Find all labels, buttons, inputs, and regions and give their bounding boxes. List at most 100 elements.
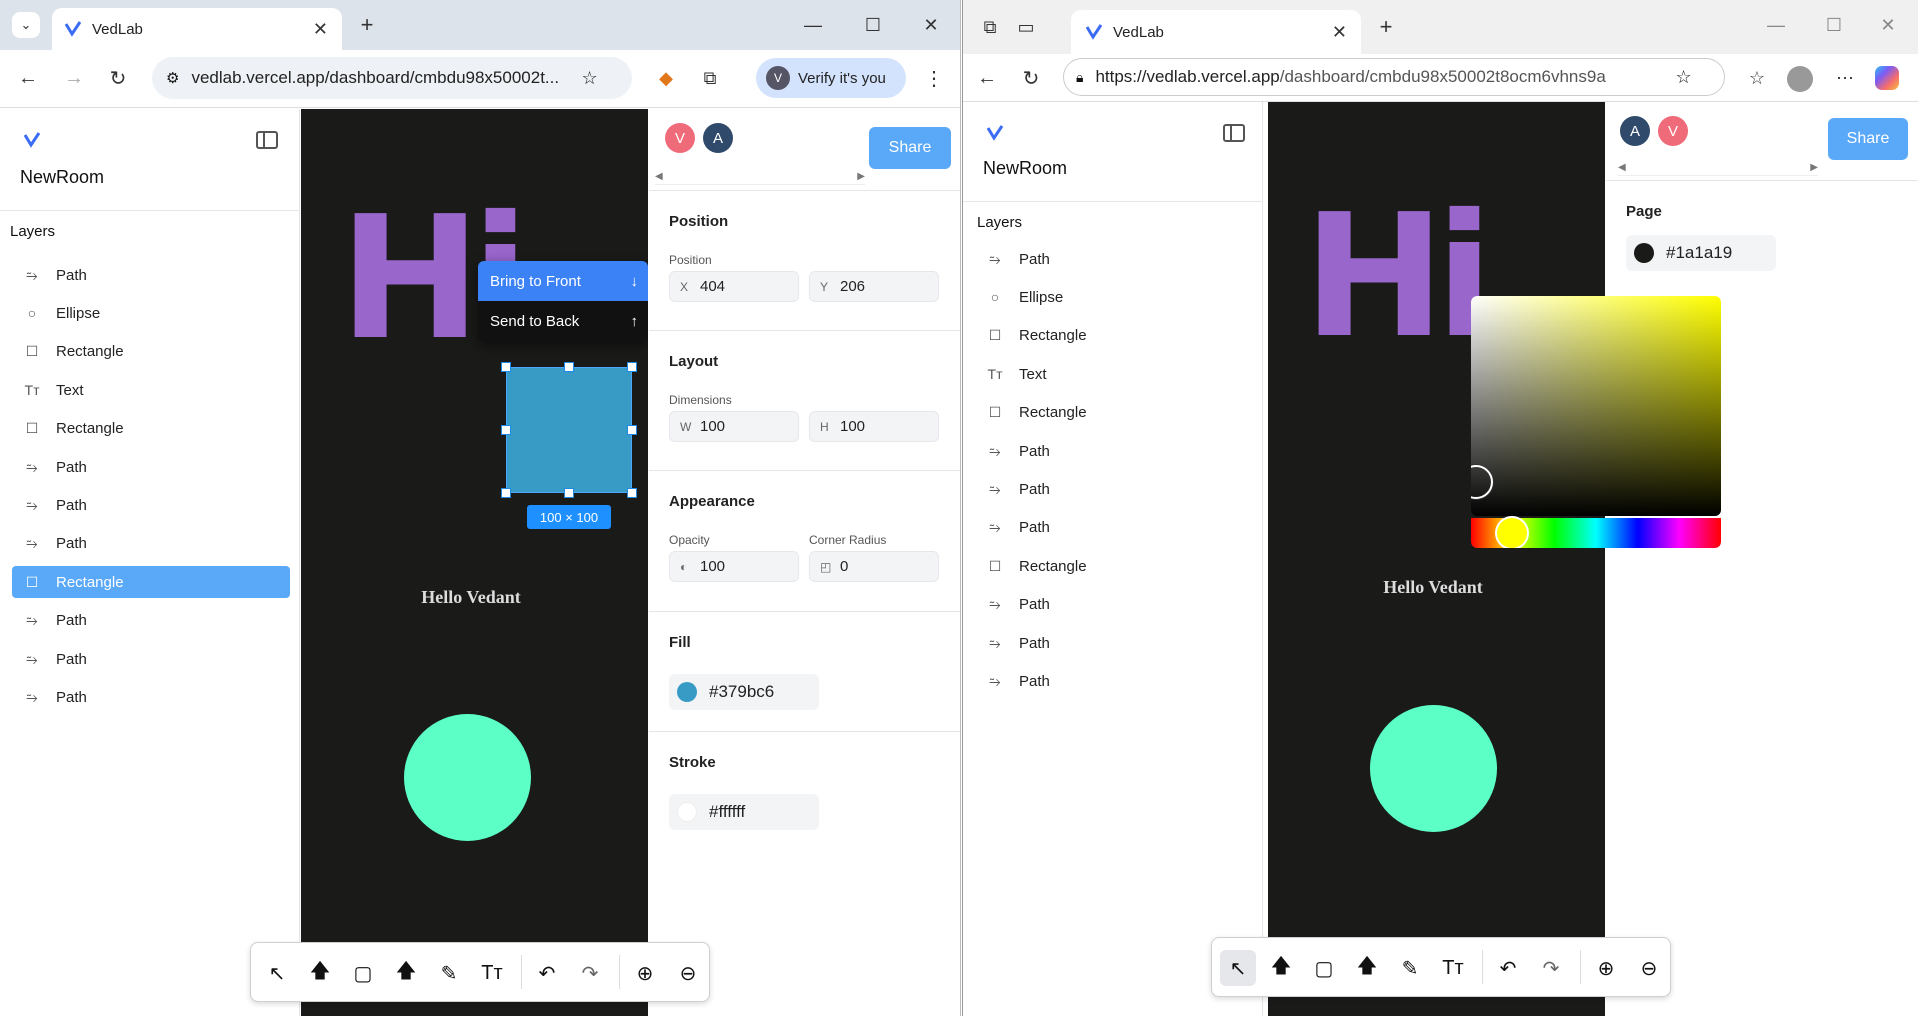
- bookmark-star-icon[interactable]: ☆: [581, 68, 597, 89]
- site-info-icon[interactable]: ⚙: [166, 69, 179, 87]
- layer-item[interactable]: ⥲ Path: [12, 451, 290, 483]
- avatar-scrollbar[interactable]: ◀ ▶: [655, 171, 865, 185]
- layer-item[interactable]: ☐ Rectangle: [975, 397, 1253, 429]
- metamask-icon[interactable]: ◆: [652, 64, 680, 92]
- layer-item[interactable]: ⥲ Path: [12, 489, 290, 521]
- resize-handle-s[interactable]: [564, 488, 574, 498]
- zoom-in-icon[interactable]: ⊕: [627, 955, 663, 991]
- width-field[interactable]: W 100: [669, 411, 799, 442]
- canvas-ellipse[interactable]: [1370, 705, 1497, 832]
- resize-handle-sw[interactable]: [501, 488, 511, 498]
- bring-to-front-item[interactable]: Bring to Front ↓: [478, 261, 648, 301]
- rectangle-tool-icon[interactable]: ▢: [1306, 950, 1342, 986]
- maximize-icon[interactable]: ☐: [1821, 12, 1847, 38]
- toggle-sidebar-icon[interactable]: [1223, 124, 1245, 142]
- layer-item[interactable]: ⥲ Path: [12, 528, 290, 560]
- canvas-ellipse[interactable]: [404, 714, 531, 841]
- workspaces-icon[interactable]: ⧉: [977, 14, 1003, 40]
- reload-icon[interactable]: ↻: [1017, 64, 1045, 92]
- back-icon[interactable]: ←: [14, 64, 42, 92]
- stroke-color-field[interactable]: #ffffff: [669, 794, 819, 830]
- select-tool-icon[interactable]: ↖: [259, 955, 295, 991]
- text-tool-icon[interactable]: Tт: [474, 955, 510, 991]
- page-color-field[interactable]: #1a1a19: [1626, 235, 1776, 271]
- resize-handle-w[interactable]: [501, 425, 511, 435]
- send-to-back-item[interactable]: Send to Back ↑: [478, 301, 648, 341]
- zoom-out-icon[interactable]: ⊖: [670, 955, 706, 991]
- forward-icon[interactable]: →: [60, 64, 88, 92]
- vertical-tabs-icon[interactable]: ▭: [1013, 14, 1039, 40]
- rectangle-tool-icon[interactable]: ▢: [345, 955, 381, 991]
- layer-item[interactable]: ⥲ Path: [975, 473, 1253, 505]
- x-field[interactable]: X 404: [669, 271, 799, 302]
- layer-item[interactable]: ⥲ Path: [975, 435, 1253, 467]
- copilot-icon[interactable]: [1875, 66, 1899, 90]
- address-bar[interactable]: 🔒︎ https://vedlab.vercel.app/dashboard/c…: [1063, 58, 1725, 96]
- close-tab-icon[interactable]: ✕: [313, 19, 328, 40]
- layer-item[interactable]: ☐ Rectangle: [975, 320, 1253, 352]
- minimize-icon[interactable]: —: [800, 12, 826, 38]
- y-field[interactable]: Y 206: [809, 271, 939, 302]
- extensions-icon[interactable]: ⧉: [696, 64, 724, 92]
- opacity-field[interactable]: ◐ 100: [669, 551, 799, 582]
- layer-item[interactable]: ⥲ Path: [975, 627, 1253, 659]
- drawing-canvas[interactable]: Hi Hello Vedant 100 × 100 Bring to Front…: [301, 109, 648, 1016]
- profile-avatar[interactable]: [1787, 66, 1813, 92]
- verify-profile-button[interactable]: V Verify it's you: [756, 58, 906, 98]
- favorites-icon[interactable]: ☆: [1743, 64, 1771, 92]
- undo-icon[interactable]: ↶: [529, 955, 565, 991]
- layer-item[interactable]: ○ Ellipse: [975, 281, 1253, 313]
- height-field[interactable]: H 100: [809, 411, 939, 442]
- layer-item[interactable]: ⥲ Path: [12, 681, 290, 713]
- zoom-in-icon[interactable]: ⊕: [1588, 950, 1624, 986]
- layer-item[interactable]: Tт Text: [12, 374, 290, 406]
- avatar-scrollbar[interactable]: ◀ ▶: [1618, 162, 1818, 176]
- select-tool-icon[interactable]: ↖: [1220, 950, 1256, 986]
- layer-item[interactable]: ⥲ Path: [975, 665, 1253, 697]
- browser-tab[interactable]: VedLab ✕: [52, 8, 342, 50]
- redo-icon[interactable]: ↷: [1533, 950, 1569, 986]
- arrow-up-tool-icon[interactable]: 🡅: [302, 955, 338, 991]
- canvas-text-hello[interactable]: Hello Vedant: [401, 587, 541, 608]
- minimize-icon[interactable]: —: [1763, 12, 1789, 38]
- hue-pointer[interactable]: [1495, 516, 1529, 548]
- close-tab-icon[interactable]: ✕: [1332, 22, 1347, 43]
- arrow-tool-icon[interactable]: 🡅: [388, 955, 424, 991]
- fill-swatch[interactable]: [677, 682, 697, 702]
- pencil-tool-icon[interactable]: ✎: [431, 955, 467, 991]
- corner-radius-field[interactable]: ◰ 0: [809, 551, 939, 582]
- undo-icon[interactable]: ↶: [1490, 950, 1526, 986]
- layer-item[interactable]: Tт Text: [975, 358, 1253, 390]
- layer-item[interactable]: ⥲ Path: [12, 259, 290, 291]
- omnibox[interactable]: ⚙ vedlab.vercel.app/dashboard/cmbdu98x50…: [152, 57, 632, 99]
- selected-rectangle[interactable]: [506, 367, 632, 493]
- resize-handle-ne[interactable]: [627, 362, 637, 372]
- chrome-menu-icon[interactable]: ⋮: [920, 64, 948, 92]
- layer-item[interactable]: ☐ Rectangle: [12, 413, 290, 445]
- redo-icon[interactable]: ↷: [572, 955, 608, 991]
- settings-menu-icon[interactable]: ⋯: [1831, 64, 1859, 92]
- share-button[interactable]: Share: [869, 127, 951, 169]
- zoom-out-icon[interactable]: ⊖: [1631, 950, 1667, 986]
- layer-item[interactable]: ⥲ Path: [975, 589, 1253, 621]
- toggle-sidebar-icon[interactable]: [256, 131, 278, 149]
- layer-item[interactable]: ⥲ Path: [12, 643, 290, 675]
- maximize-icon[interactable]: ☐: [860, 12, 886, 38]
- resize-handle-se[interactable]: [627, 488, 637, 498]
- close-window-icon[interactable]: ✕: [918, 12, 944, 38]
- canvas-text-hello[interactable]: Hello Vedant: [1363, 577, 1503, 598]
- layer-item[interactable]: ☐ Rectangle: [975, 550, 1253, 582]
- layer-item[interactable]: ☐ Rectangle: [12, 566, 290, 599]
- saturation-area[interactable]: [1471, 296, 1721, 516]
- fill-color-field[interactable]: #379bc6: [669, 674, 819, 710]
- hi-drawing[interactable]: Hi: [1303, 192, 1494, 362]
- stroke-swatch[interactable]: [677, 802, 697, 822]
- layer-item[interactable]: ⥲ Path: [975, 243, 1253, 275]
- drawing-canvas[interactable]: Hi Hello Vedant: [1268, 102, 1605, 1016]
- arrow-up-tool-icon[interactable]: 🡅: [1263, 950, 1299, 986]
- back-icon[interactable]: ←: [973, 64, 1001, 92]
- resize-handle-e[interactable]: [627, 425, 637, 435]
- browser-tab[interactable]: VedLab ✕: [1071, 10, 1361, 54]
- tab-search-icon[interactable]: ⌄: [12, 12, 40, 38]
- page-swatch[interactable]: [1634, 243, 1654, 263]
